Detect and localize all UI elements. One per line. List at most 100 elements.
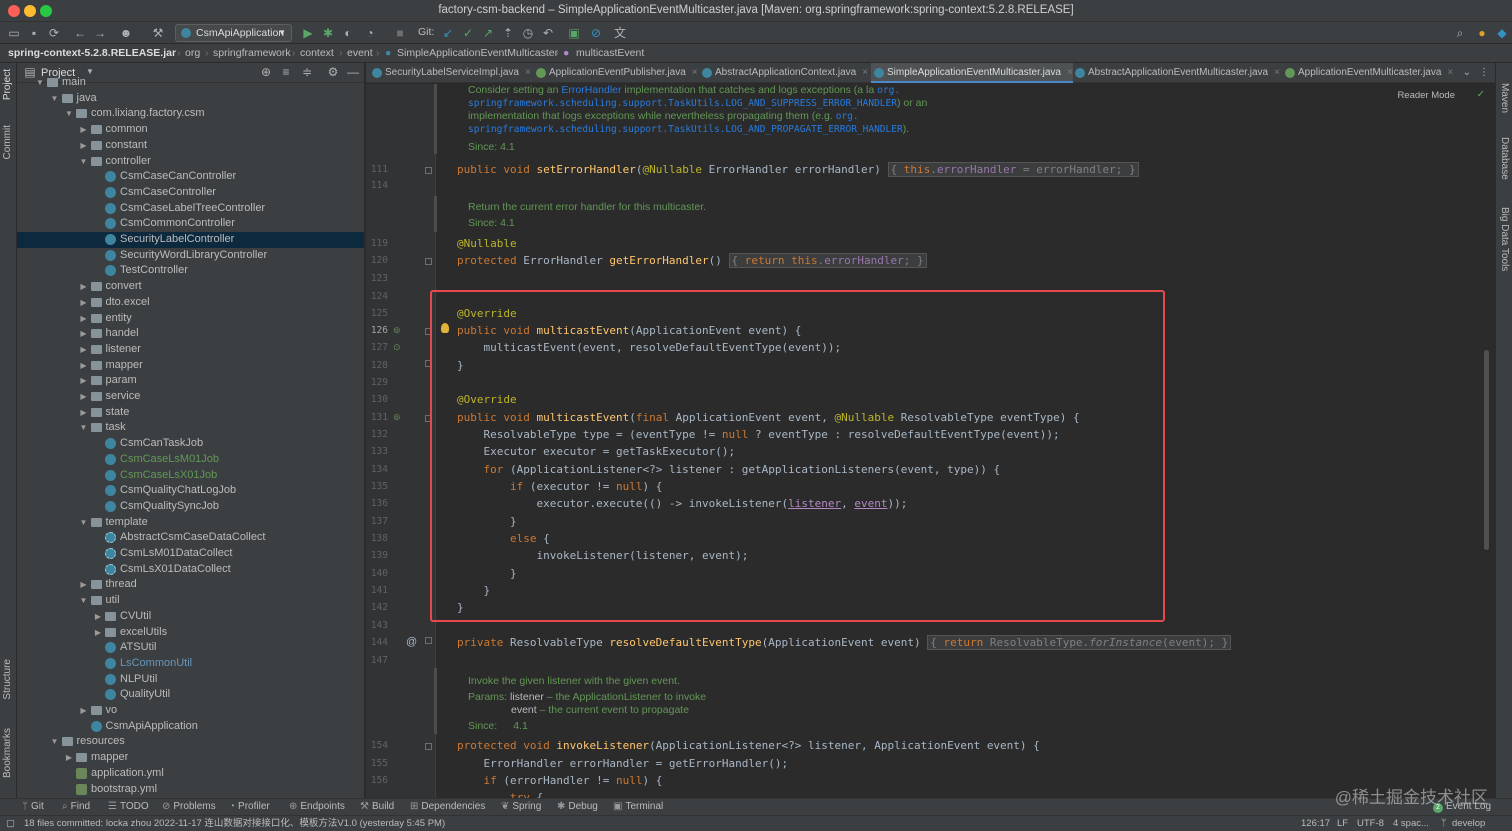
tree-folder[interactable]: ▼ template	[17, 515, 364, 531]
tree-file[interactable]: CsmQualitySyncJob	[17, 499, 364, 515]
line-number[interactable]: 119	[366, 238, 388, 249]
override-marker-icon[interactable]: ⊙	[393, 342, 401, 353]
database-tool-tab[interactable]: Database	[1499, 137, 1510, 180]
status-icon[interactable]: ▢	[6, 816, 15, 831]
back-arrow-icon[interactable]: ←	[72, 25, 88, 41]
plugin-icon[interactable]: ◆	[1494, 25, 1510, 41]
git-history-icon[interactable]: ◷	[520, 25, 536, 41]
override-marker-icon[interactable]: ⊚	[393, 325, 401, 336]
tree-file[interactable]: NLPUtil	[17, 672, 364, 688]
tree-folder[interactable]: ▶ convert	[17, 279, 364, 295]
git-update-icon[interactable]: ↙	[440, 25, 456, 41]
run-configuration-select[interactable]: CsmApiApplication ▼	[175, 24, 292, 42]
tree-file[interactable]: CsmQualityChatLogJob	[17, 483, 364, 499]
bottom-tool-terminal[interactable]: ▣ Terminal	[613, 799, 663, 815]
editor-scrollbar[interactable]	[1484, 350, 1489, 550]
code-line[interactable]: public void setErrorHandler(@Nullable Er…	[457, 162, 1139, 177]
chevron-down-icon[interactable]: ▼	[64, 106, 74, 121]
code-line[interactable]: protected void invokeListener(Applicatio…	[457, 739, 1040, 752]
tree-file[interactable]: bootstrap.yml	[17, 782, 364, 798]
big-data-tools-tab[interactable]: Big Data Tools	[1499, 207, 1510, 271]
tree-folder[interactable]: ▶ param	[17, 373, 364, 389]
tree-file[interactable]: AbstractCsmCaseDataCollect	[17, 530, 364, 546]
tree-file[interactable]: SecurityLabelController	[17, 232, 364, 248]
line-number[interactable]: 131	[366, 412, 388, 423]
chevron-right-icon[interactable]: ▶	[79, 326, 89, 341]
chevron-right-icon[interactable]: ▶	[79, 295, 89, 310]
tree-file[interactable]: TestController	[17, 263, 364, 279]
save-icon[interactable]: ▪	[26, 25, 42, 41]
translate-icon[interactable]: 文	[612, 25, 628, 41]
line-number[interactable]: 128	[366, 360, 388, 371]
bookmarks-tool-tab[interactable]: Bookmarks	[2, 728, 13, 778]
tree-file[interactable]: CsmCaseCanController	[17, 169, 364, 185]
line-number[interactable]: 142	[366, 602, 388, 613]
tree-folder[interactable]: ▶ common	[17, 122, 364, 138]
tree-folder[interactable]: ▼ task	[17, 420, 364, 436]
close-tab-icon[interactable]: ×	[1274, 67, 1280, 78]
override-marker-icon[interactable]: ⊚	[393, 412, 401, 423]
code-line[interactable]: protected ErrorHandler getErrorHandler()…	[457, 253, 927, 268]
tab-list-chevron-icon[interactable]: ⌄	[1463, 63, 1471, 83]
tree-file[interactable]: CsmCaseController	[17, 185, 364, 201]
status-message[interactable]: 18 files committed: locka zhou 2022-11-1…	[24, 816, 445, 831]
fold-toggle-icon[interactable]	[425, 258, 432, 265]
tree-folder[interactable]: ▶ listener	[17, 342, 364, 358]
bottom-tool-dependencies[interactable]: ⊞ Dependencies	[410, 799, 485, 815]
line-number[interactable]: 111	[366, 164, 388, 175]
chevron-right-icon[interactable]: ▶	[79, 311, 89, 326]
line-number[interactable]: 126	[366, 325, 388, 336]
line-number[interactable]: 134	[366, 464, 388, 475]
git-pull-icon[interactable]: ⇡	[500, 25, 516, 41]
bottom-tool-git[interactable]: ᛘ Git	[22, 799, 44, 815]
user-icon[interactable]: ☻	[118, 25, 134, 41]
editor-tab[interactable]: SecurityLabelServiceImpl.java ×	[369, 63, 531, 83]
code-editor[interactable]: 111 114 119 120 123 124 125 126 127 128 129 130 131 1…	[366, 84, 1495, 798]
editor-tab[interactable]: ApplicationEventMulticaster.java ×	[1282, 63, 1453, 83]
line-number[interactable]: 136	[366, 498, 388, 509]
tree-folder[interactable]: ▶ handel	[17, 326, 364, 342]
close-tab-icon[interactable]: ×	[692, 67, 698, 78]
chevron-down-icon[interactable]: ▼	[79, 420, 89, 435]
tree-folder[interactable]: ▶ state	[17, 405, 364, 421]
tree-folder[interactable]: ▼ java	[17, 91, 364, 107]
tree-folder[interactable]: ▼ util	[17, 593, 364, 609]
chevron-down-icon[interactable]: ▼	[79, 515, 89, 530]
chevron-right-icon[interactable]: ▶	[79, 405, 89, 420]
search-icon[interactable]: ⌕	[1452, 25, 1468, 41]
chevron-right-icon[interactable]: ▶	[79, 703, 89, 718]
git-rollback-icon[interactable]: ↶	[540, 25, 556, 41]
bottom-tool-find[interactable]: ⌕ Find	[62, 799, 90, 815]
line-number[interactable]: 135	[366, 481, 388, 492]
tree-file[interactable]: CsmCaseLsX01Job	[17, 468, 364, 484]
line-number[interactable]: 125	[366, 308, 388, 319]
chevron-down-icon[interactable]: ▼	[79, 593, 89, 608]
commit-tool-tab[interactable]: Commit	[2, 125, 13, 159]
bottom-tool-endpoints[interactable]: ⊕ Endpoints	[289, 799, 345, 815]
line-number[interactable]: 144	[366, 637, 388, 648]
chevron-right-icon[interactable]: ▶	[79, 358, 89, 373]
chevron-down-icon[interactable]: ▼	[79, 154, 89, 169]
tree-folder[interactable]: ▶ service	[17, 389, 364, 405]
bottom-tool-profiler[interactable]: ◔ Profiler	[229, 799, 270, 815]
sync-icon[interactable]: ⟳	[46, 25, 62, 41]
debug-icon[interactable]: ✱	[320, 25, 336, 41]
breadcrumb-org[interactable]: org	[185, 44, 200, 62]
code-line[interactable]: if (errorHandler != null) {	[457, 774, 663, 787]
run-icon[interactable]: ▶	[300, 25, 316, 41]
breadcrumb-context[interactable]: context	[300, 44, 334, 62]
tree-folder[interactable]: ▼ main	[17, 75, 364, 91]
chevron-down-icon[interactable]: ▼	[50, 734, 60, 749]
tree-file[interactable]: CsmLsX01DataCollect	[17, 562, 364, 578]
tree-file[interactable]: application.yml	[17, 766, 364, 782]
maven-tool-tab[interactable]: Maven	[1499, 83, 1510, 113]
chevron-right-icon[interactable]: ▶	[64, 750, 74, 765]
tree-folder[interactable]: ▶ entity	[17, 311, 364, 327]
chevron-right-icon[interactable]: ▶	[79, 122, 89, 137]
editor-tab[interactable]: AbstractApplicationEventMulticaster.java…	[1072, 63, 1280, 83]
line-number[interactable]: 155	[366, 758, 388, 769]
bottom-tool-problems[interactable]: ⊘ Problems	[162, 799, 216, 815]
tree-folder[interactable]: ▶ CVUtil	[17, 609, 364, 625]
code-line[interactable]: try {	[457, 791, 543, 798]
breadcrumb-springframework[interactable]: springframework	[213, 44, 291, 62]
